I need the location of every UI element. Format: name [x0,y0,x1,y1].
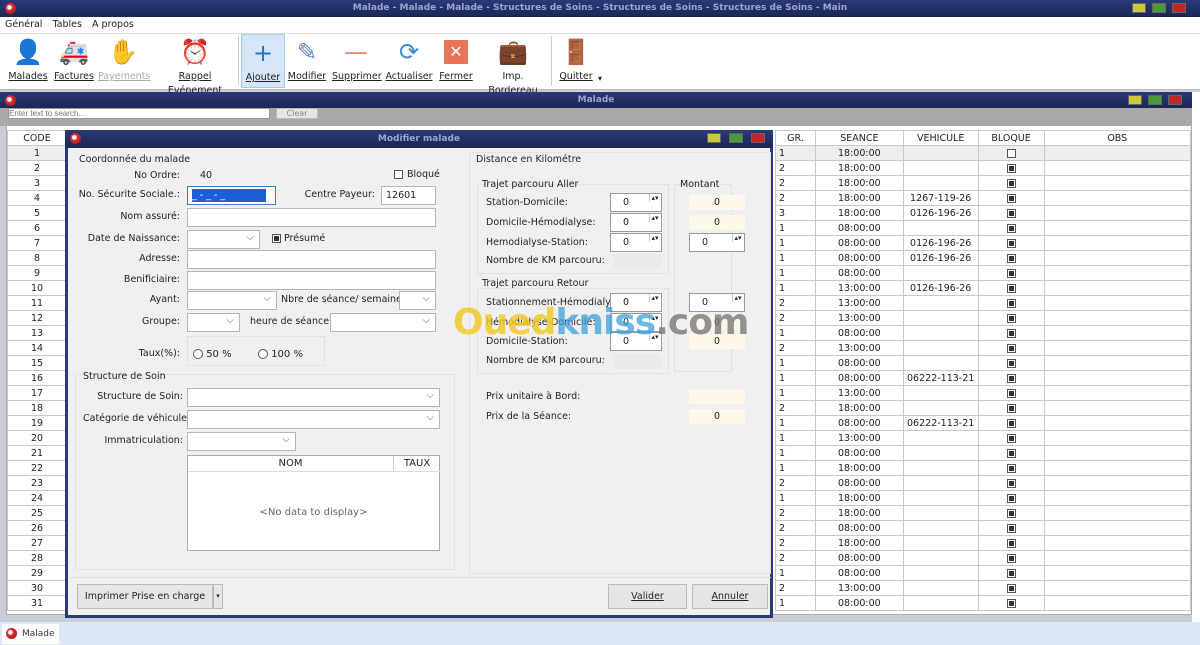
bloque-checkbox[interactable] [394,170,403,179]
prix-seance-value: 0 [689,409,745,424]
secu-input[interactable]: _ - _ - _ [192,189,266,202]
groupe-dropdown[interactable] [187,312,240,332]
taux-100-label: 100 % [271,349,303,360]
aller-montant-value: 0 [689,215,745,230]
aller-label: Domicile-Hémodialyse: [486,217,596,228]
taux-label: Taux(%): [138,348,180,359]
prix-unitaire-label: Prix unitaire à Bord: [486,391,581,402]
watermark-logo: Ouedkniss.com [453,302,749,343]
aller-title: Trajet parcouru Aller [482,179,579,190]
ayant-dropdown[interactable] [187,290,277,310]
aller-montant-value: 0 [689,195,745,210]
immatriculation-label: Immatriculation: [104,435,183,446]
taskbar: Malade [0,622,1200,645]
ayant-label: Ayant: [149,294,180,305]
structure-soin-dropdown[interactable] [187,387,440,407]
aller-km-spinner[interactable]: 0 [610,193,662,212]
adresse-label: Adresse: [139,253,180,264]
modifier-malade-dialog: Modifier malade Coordonnée du malade No O… [65,130,773,618]
date-naissance-dropdown[interactable] [187,229,260,249]
heure-seance-dropdown[interactable] [330,312,436,332]
column-header-nom[interactable]: NOM [188,456,394,472]
beneficiaire-label: Benificiaire: [123,274,180,285]
presume-label: Présumé [284,233,326,244]
aller-label: Station-Domicile: [486,197,568,208]
valider-button[interactable]: Valider [608,584,687,609]
nb-km-retour-label: Nombre de KM parcouru: [486,355,605,366]
adresse-input[interactable] [187,250,436,269]
retour-title: Trajet parcouru Retour [482,278,589,289]
column-header-taux[interactable]: TAUX [394,456,440,472]
montant-label: Montant [680,179,720,190]
aller-montant-spinner[interactable]: 0 [689,233,745,252]
nbre-seance-label: Nbre de séance/ semaine: [281,294,406,305]
structure-soin-label: Structure de Soin: [97,391,183,402]
heure-seance-label: heure de séance: [250,316,333,327]
imprimer-prise-en-charge-button[interactable]: Imprimer Prise en charge [77,584,213,609]
taux-50-radio[interactable]: 50 % [193,349,232,360]
structure-title: Structure de Soin [83,371,166,382]
nom-assure-input[interactable] [187,208,436,227]
nb-km-aller-value [613,254,661,269]
bloque-label: Bloqué [407,169,440,180]
aller-label: Hemodialyse-Station: [486,237,589,248]
categorie-vehicule-dropdown[interactable] [187,409,440,429]
categorie-label: Catégorie de véhicule: [83,413,191,424]
imprimer-dropdown-arrow[interactable]: ▾ [213,584,223,609]
immatriculation-dropdown[interactable] [187,431,296,451]
no-ordre-value: 40 [200,170,213,181]
beneficiaire-input[interactable] [187,271,436,290]
presume-checkbox[interactable] [272,234,281,243]
annuler-button[interactable]: Annuler [692,584,768,609]
tab-malade[interactable]: Malade [2,624,59,644]
taux-50-label: 50 % [206,349,232,360]
nb-km-aller-label: Nombre de KM parcouru: [486,255,605,266]
prix-seance-label: Prix de la Séance: [486,411,572,422]
groupe-label: Groupe: [142,316,180,327]
nb-km-retour-value [613,354,661,369]
structure-grid: NOM TAUX <No data to display> [187,455,440,551]
nom-assure-label: Nom assuré: [120,211,180,222]
malade-tab-icon [6,628,17,639]
coordonnee-title: Coordonnée du malade [79,154,191,165]
prix-unitaire-value [689,389,745,404]
centre-payeur-label: Centre Payeur: [304,189,375,200]
no-ordre-label: No Ordre: [134,170,180,181]
distance-title: Distance en Kilométre [476,154,582,165]
nbre-seance-dropdown[interactable] [399,290,436,310]
aller-km-spinner[interactable]: 0 [610,233,662,252]
tab-label: Malade [22,629,55,639]
aller-km-spinner[interactable]: 0 [610,213,662,232]
empty-message: <No data to display> [259,507,368,518]
centre-payeur-input[interactable]: 12601 [381,186,436,205]
secu-label: No. Sécurite Sociale.: [78,189,180,200]
date-naissance-label: Date de Naissance: [87,233,180,244]
taux-100-radio[interactable]: 100 % [258,349,303,360]
